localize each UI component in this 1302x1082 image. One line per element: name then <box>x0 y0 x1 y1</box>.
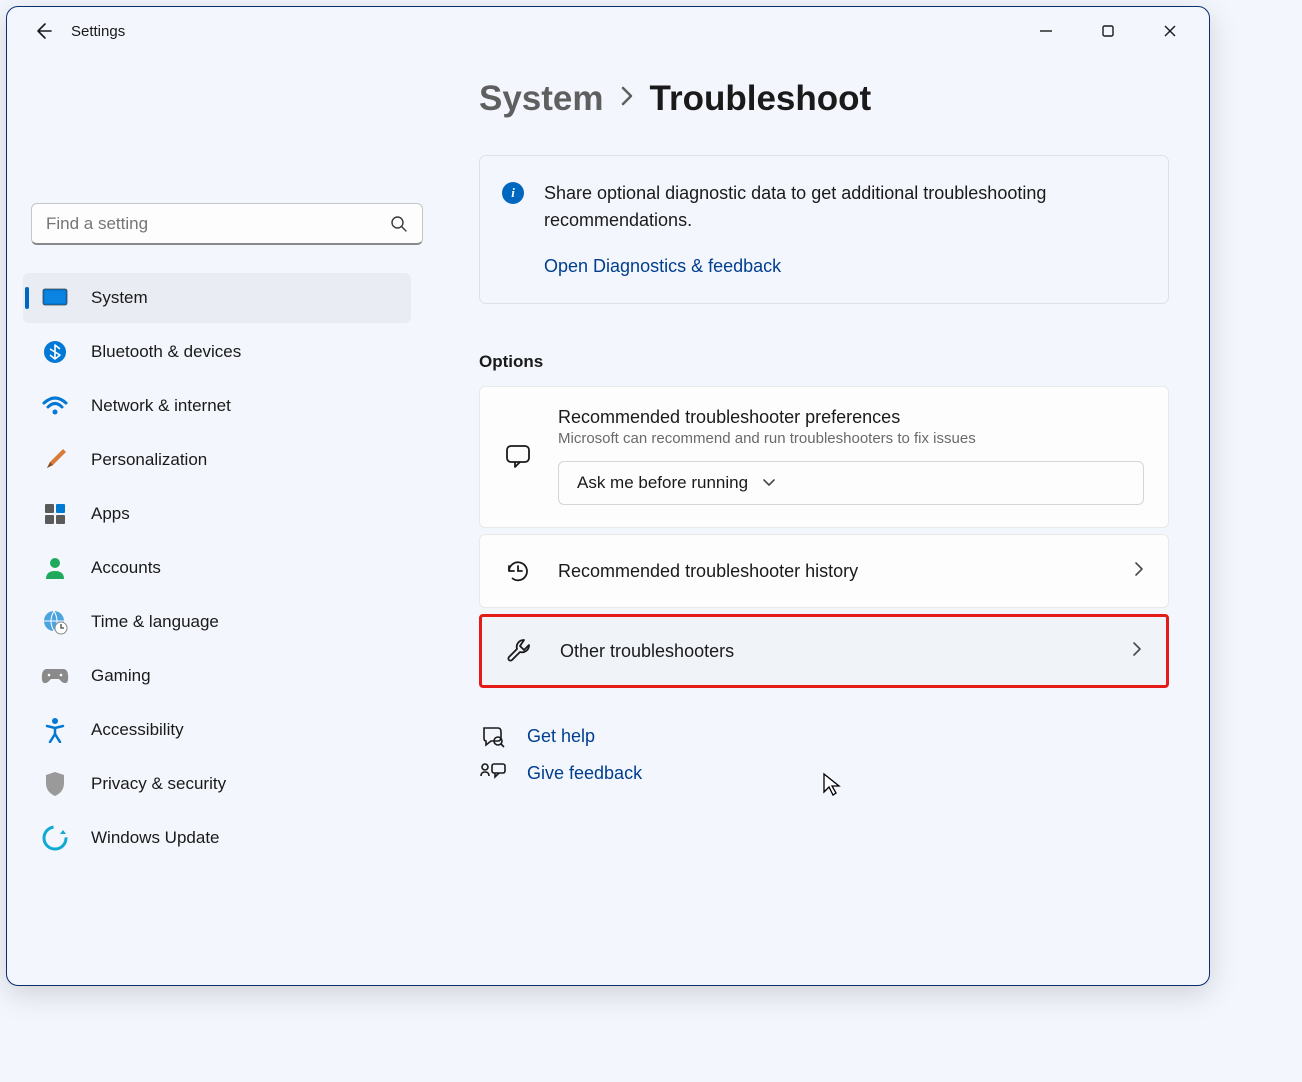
wifi-icon <box>41 392 69 420</box>
search-icon <box>390 215 408 233</box>
sidebar-item-label: Bluetooth & devices <box>91 342 241 362</box>
arrow-left-icon <box>33 21 53 41</box>
apps-icon <box>41 500 69 528</box>
sidebar-item-label: Time & language <box>91 612 219 632</box>
other-troubleshooters-card[interactable]: Other troubleshooters <box>479 614 1169 688</box>
give-feedback-label: Give feedback <box>527 763 642 784</box>
info-text: Share optional diagnostic data to get ad… <box>544 180 1146 234</box>
sidebar-item-time-language[interactable]: Time & language <box>23 597 411 647</box>
sidebar-item-bluetooth[interactable]: Bluetooth & devices <box>23 327 411 377</box>
pref-subtitle: Microsoft can recommend and run troubles… <box>558 430 1144 447</box>
sidebar-item-label: Network & internet <box>91 396 231 416</box>
sidebar: System Bluetooth & devices Network & int… <box>7 55 427 985</box>
troubleshooter-history-card[interactable]: Recommended troubleshooter history <box>479 534 1169 608</box>
breadcrumb: System Troubleshoot <box>479 79 1169 119</box>
chevron-right-icon <box>1132 641 1142 662</box>
sidebar-item-accessibility[interactable]: Accessibility <box>23 705 411 755</box>
dropdown-value: Ask me before running <box>577 473 748 493</box>
sidebar-item-label: Windows Update <box>91 828 220 848</box>
main-content: System Troubleshoot i Share optional dia… <box>427 55 1209 985</box>
get-help-label: Get help <box>527 726 595 747</box>
account-area <box>23 63 411 203</box>
gamepad-icon <box>41 662 69 690</box>
sidebar-item-network[interactable]: Network & internet <box>23 381 411 431</box>
chevron-right-icon <box>620 85 634 113</box>
info-icon: i <box>502 182 524 204</box>
speech-bubble-icon <box>504 443 532 469</box>
sidebar-item-label: Personalization <box>91 450 207 470</box>
other-title: Other troubleshooters <box>560 641 1132 662</box>
sidebar-item-label: Gaming <box>91 666 151 686</box>
breadcrumb-current: Troubleshoot <box>650 79 872 119</box>
display-icon <box>41 284 69 312</box>
settings-window: Settings System <box>6 6 1210 986</box>
sidebar-item-privacy[interactable]: Privacy & security <box>23 759 411 809</box>
sidebar-item-label: Accessibility <box>91 720 184 740</box>
globe-clock-icon <box>41 608 69 636</box>
wrench-icon <box>506 637 534 665</box>
close-button[interactable] <box>1147 15 1193 47</box>
sidebar-item-windows-update[interactable]: Windows Update <box>23 813 411 863</box>
options-heading: Options <box>479 352 1169 372</box>
help-icon <box>479 724 507 748</box>
search-input[interactable] <box>46 214 390 234</box>
sidebar-item-gaming[interactable]: Gaming <box>23 651 411 701</box>
bluetooth-icon <box>41 338 69 366</box>
minimize-button[interactable] <box>1023 15 1069 47</box>
maximize-icon <box>1101 24 1115 38</box>
close-icon <box>1163 24 1177 38</box>
sidebar-item-label: System <box>91 288 148 308</box>
get-help-link[interactable]: Get help <box>479 724 1169 748</box>
open-diagnostics-link[interactable]: Open Diagnostics & feedback <box>544 256 1146 277</box>
feedback-icon <box>479 762 507 784</box>
minimize-icon <box>1039 24 1053 38</box>
breadcrumb-parent[interactable]: System <box>479 79 604 119</box>
sidebar-item-personalization[interactable]: Personalization <box>23 435 411 485</box>
back-button[interactable] <box>23 11 63 51</box>
sidebar-item-label: Accounts <box>91 558 161 578</box>
search-box[interactable] <box>31 203 423 245</box>
accessibility-icon <box>41 716 69 744</box>
chevron-down-icon <box>762 478 776 488</box>
diagnostics-info-card: i Share optional diagnostic data to get … <box>479 155 1169 304</box>
update-icon <box>41 824 69 852</box>
person-icon <box>41 554 69 582</box>
pref-title: Recommended troubleshooter preferences <box>558 407 1144 428</box>
pref-dropdown[interactable]: Ask me before running <box>558 461 1144 505</box>
maximize-button[interactable] <box>1085 15 1131 47</box>
give-feedback-link[interactable]: Give feedback <box>479 762 1169 784</box>
sidebar-item-system[interactable]: System <box>23 273 411 323</box>
sidebar-item-accounts[interactable]: Accounts <box>23 543 411 593</box>
sidebar-item-label: Apps <box>91 504 130 524</box>
shield-icon <box>41 770 69 798</box>
history-title: Recommended troubleshooter history <box>558 561 1134 582</box>
troubleshooter-preferences-card: Recommended troubleshooter preferences M… <box>479 386 1169 528</box>
brush-icon <box>41 446 69 474</box>
chevron-right-icon <box>1134 561 1144 582</box>
sidebar-item-apps[interactable]: Apps <box>23 489 411 539</box>
titlebar: Settings <box>7 7 1209 55</box>
history-icon <box>504 557 532 585</box>
sidebar-item-label: Privacy & security <box>91 774 226 794</box>
window-title: Settings <box>71 23 125 40</box>
